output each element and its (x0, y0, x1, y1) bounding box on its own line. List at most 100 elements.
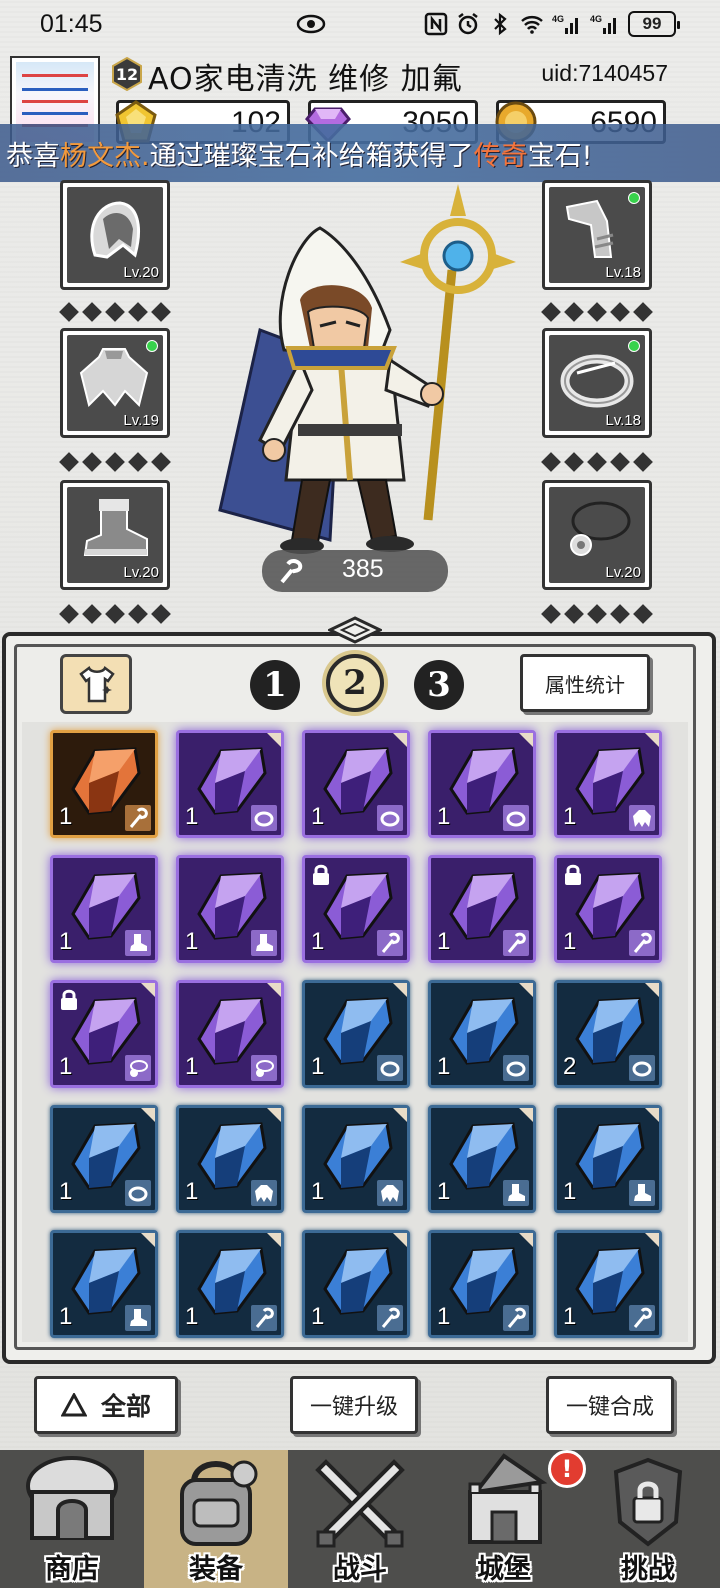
gem-slot-blue[interactable]: 1 (176, 1230, 284, 1338)
gem-slot-purple[interactable]: 1 (176, 980, 284, 1088)
equip-slot-hood[interactable]: Lv.20 (60, 180, 170, 290)
equip-slot-cloak[interactable]: Lv.19 (60, 328, 170, 438)
nav-shop[interactable]: 商店 (0, 1450, 144, 1588)
status-icons: 4G 4G 99 (424, 11, 680, 37)
gem-slot-purple[interactable]: 1 (554, 855, 662, 963)
gem-slot-purple[interactable]: 1 (302, 730, 410, 838)
boots-slot-tag (251, 930, 277, 956)
staff-icon (507, 932, 526, 953)
filter-all-button[interactable]: 全部 (34, 1376, 178, 1434)
gem-count: 1 (59, 928, 73, 955)
new-corner-marker (267, 983, 281, 997)
new-corner-marker (519, 983, 533, 997)
gem-count: 1 (59, 1178, 73, 1205)
gem-slot-purple[interactable]: 1 (176, 730, 284, 838)
staff-icon (381, 1307, 400, 1328)
equip-slot-ring[interactable]: Lv.18 (542, 328, 652, 438)
ring-slot-tag (503, 1055, 529, 1081)
merge-all-button[interactable]: 一键合成 (546, 1376, 674, 1434)
gem-slot-blue[interactable]: 2 (554, 980, 662, 1088)
gem-slot-purple[interactable]: 1 (176, 855, 284, 963)
hero-character[interactable] (190, 180, 530, 560)
boots-icon (130, 934, 147, 951)
staff-icon (507, 1307, 526, 1328)
equip-slot-boots[interactable]: Lv.20 (60, 480, 170, 590)
gem-slot-purple[interactable]: 1 (428, 855, 536, 963)
panel-notch-ornament (328, 616, 382, 644)
gem-slot-orange[interactable]: 1 (50, 730, 158, 838)
gem-slot-blue[interactable]: 1 (50, 1230, 158, 1338)
gem-count: 1 (311, 803, 325, 830)
tshirt-icon (79, 666, 115, 703)
gem-slot-blue[interactable]: 1 (50, 1105, 158, 1213)
ring-slot-tag (377, 805, 403, 831)
triangle-up-icon (60, 1393, 87, 1417)
necklace-icon (256, 1060, 274, 1077)
nav-challenge-label: 挑战 (621, 1554, 675, 1585)
tab-page-2[interactable]: 2 (326, 654, 384, 712)
gem-count: 1 (437, 928, 451, 955)
tab-page-1[interactable]: 1 (250, 660, 300, 710)
nav-equipment-label: 装备 (189, 1554, 243, 1585)
nfc-icon (424, 12, 448, 36)
gem-slot-blue[interactable]: 1 (302, 1230, 410, 1338)
staff-slot-tag (629, 930, 655, 956)
gem-slot-purple[interactable]: 1 (428, 730, 536, 838)
cloak-icon (79, 348, 149, 407)
marquee-player: 杨文杰. (60, 140, 150, 172)
nav-challenge[interactable]: 挑战 (576, 1450, 720, 1588)
nav-equipment[interactable]: 装备 (144, 1450, 288, 1588)
equip-slot-necklace[interactable]: Lv.20 (542, 480, 652, 590)
signal-icon-1: 4G (552, 14, 578, 34)
swords-icon (315, 1459, 405, 1548)
gem-slot-blue[interactable]: 1 (554, 1230, 662, 1338)
gem-slot-blue[interactable]: 1 (302, 980, 410, 1088)
staff-icon (129, 807, 148, 828)
ring-icon (560, 354, 634, 408)
gem-slot-purple[interactable]: 1 (302, 855, 410, 963)
boots-slot-tag (125, 1305, 151, 1331)
ring-slot-tag (251, 805, 277, 831)
equipment-filter-button[interactable] (60, 654, 132, 714)
signal-label-1: 4G (552, 14, 564, 24)
gem-slot-purple[interactable]: 1 (554, 730, 662, 838)
attribute-stats-button[interactable]: 属性统计 (520, 654, 650, 712)
new-corner-marker (393, 1108, 407, 1122)
gem-slot-purple[interactable]: 1 (50, 980, 158, 1088)
gem-count: 1 (437, 803, 451, 830)
new-corner-marker (519, 1108, 533, 1122)
nav-battle[interactable]: 战斗 (288, 1450, 432, 1588)
new-corner-marker (267, 1233, 281, 1247)
cloak-slot-tag (629, 805, 655, 831)
staff-icon (633, 932, 652, 953)
necklace-star-rating (541, 604, 653, 624)
boots-icon (83, 499, 148, 556)
staff-slot-tag (377, 930, 403, 956)
gem-slot-blue[interactable]: 1 (428, 1230, 536, 1338)
gem-slot-blue[interactable]: 1 (428, 1105, 536, 1213)
cloak-slot-tag (251, 1180, 277, 1206)
status-bar: 01:45 4G 4G 99 (0, 0, 720, 50)
boots-star-rating (59, 604, 171, 624)
lock-icon (565, 864, 581, 885)
gem-slot-blue[interactable]: 1 (428, 980, 536, 1088)
equip-slot-bracer[interactable]: Lv.18 (542, 180, 652, 290)
gem-slot-purple[interactable]: 1 (50, 855, 158, 963)
marquee-rarity: 传奇 (473, 140, 528, 172)
gem-count: 1 (185, 1303, 199, 1330)
gem-slot-blue[interactable]: 1 (302, 1105, 410, 1213)
player-level: 12 (115, 64, 139, 84)
marquee-suffix: 宝石! (527, 140, 593, 172)
new-corner-marker (393, 733, 407, 747)
tab-page-3[interactable]: 3 (414, 660, 464, 710)
gem-count: 1 (311, 1303, 325, 1330)
gem-count: 1 (563, 928, 577, 955)
power-icon (280, 559, 303, 584)
gem-slot-blue[interactable]: 1 (554, 1105, 662, 1213)
upgrade-all-button[interactable]: 一键升级 (290, 1376, 418, 1434)
bracer-star-rating (541, 302, 653, 322)
staff-slot-tag (503, 930, 529, 956)
gem-slot-blue[interactable]: 1 (176, 1105, 284, 1213)
eye-icon (296, 14, 326, 34)
necklace-slot-tag (125, 1055, 151, 1081)
